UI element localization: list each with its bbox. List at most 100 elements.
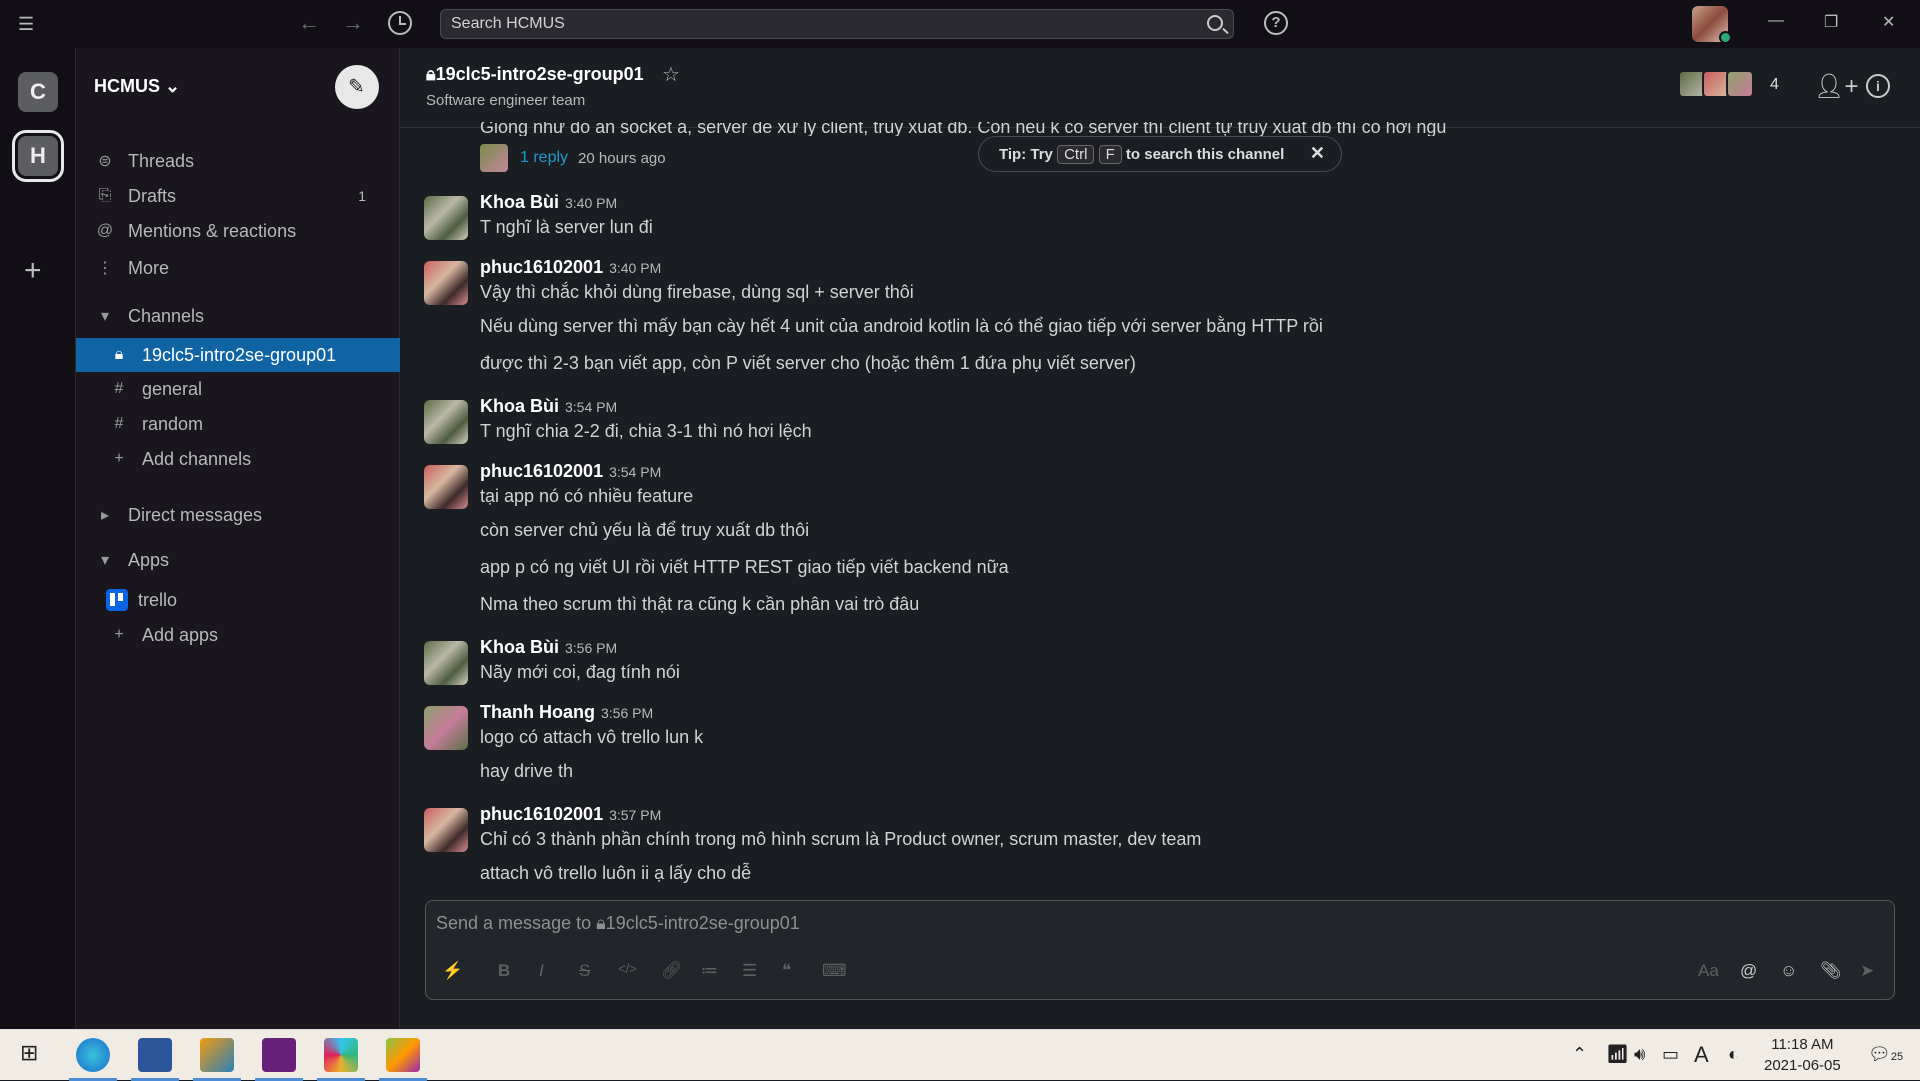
member-count[interactable]: 4 [1770, 76, 1779, 94]
message-composer[interactable]: Send a message to 🔒︎19clc5-intro2se-grou… [425, 900, 1895, 1000]
tray-chevron-icon[interactable]: ⌃ [1572, 1044, 1587, 1065]
message-time[interactable]: 3:54 PM [565, 399, 617, 415]
add-apps-button[interactable]: + Add apps [76, 620, 400, 650]
history-clock-icon[interactable] [388, 11, 412, 35]
sidebar-item-threads[interactable]: ⊜ Threads [76, 146, 400, 176]
channels-section-header[interactable]: ▾ Channels [76, 301, 400, 331]
message-author[interactable]: Thanh Hoang [480, 702, 595, 722]
direct-messages-section-header[interactable]: ▸ Direct messages [76, 500, 400, 530]
workspace-name[interactable]: HCMUS ⌄ [94, 76, 180, 97]
message-time[interactable]: 3:56 PM [601, 705, 653, 721]
restore-button[interactable]: ❐ [1824, 12, 1838, 32]
sidebar-item-drafts[interactable]: ⎘ Drafts 1 [76, 181, 400, 211]
avatar[interactable] [424, 465, 468, 509]
ime-indicator[interactable]: A [1694, 1042, 1709, 1068]
message-time[interactable]: 3:40 PM [609, 260, 661, 276]
add-channels-button[interactable]: + Add channels [76, 444, 400, 474]
avatar[interactable] [424, 706, 468, 750]
message-author[interactable]: Khoa Bùi [480, 396, 559, 416]
close-icon[interactable]: ✕ [1310, 143, 1325, 164]
avatar[interactable] [424, 196, 468, 240]
strikethrough-icon[interactable]: S [579, 961, 590, 981]
help-icon[interactable]: ? [1264, 11, 1288, 35]
shortcuts-icon[interactable]: ⚡ [442, 961, 463, 981]
search-input[interactable]: Search HCMUS [440, 9, 1234, 39]
sidebar-item-channel-general[interactable]: # general [76, 374, 400, 404]
message-author[interactable]: phuc16102001 [480, 461, 603, 481]
message-author[interactable]: phuc16102001 [480, 804, 603, 824]
star-icon[interactable]: ☆ [662, 62, 680, 87]
add-user-icon[interactable]: 👤︎+ [1814, 72, 1858, 101]
italic-icon[interactable]: I [539, 961, 544, 981]
sidebar-item-channel-19clc5[interactable]: 🔒︎ 19clc5-intro2se-group01 [76, 338, 400, 372]
channel-topic[interactable]: Software engineer team [426, 92, 585, 109]
app-icon[interactable] [200, 1038, 234, 1072]
code-block-icon[interactable]: ⌨ [822, 961, 847, 981]
sidebar-item-app-trello[interactable]: trello [76, 585, 400, 615]
reply-count-link[interactable]: 1 reply [520, 149, 568, 167]
sidebar-item-mentions[interactable]: @ Mentions & reactions [76, 216, 400, 246]
blockquote-icon[interactable]: ❝ [782, 961, 791, 981]
ordered-list-icon[interactable]: ≔ [701, 961, 718, 981]
info-icon[interactable]: i [1866, 74, 1890, 98]
message-group: phuc16102001 3:54 PM tại app nó có nhiều … [424, 461, 1904, 623]
add-workspace-icon[interactable]: + [24, 254, 42, 288]
message-text: Nãy mới coi, đag tính nói [480, 662, 680, 682]
paint-icon[interactable] [386, 1038, 420, 1072]
volume-icon[interactable]: 🔊︎ [1634, 1044, 1645, 1065]
clock-time: 11:18 AM [1771, 1036, 1834, 1053]
windows-start-icon[interactable]: ⊞ [20, 1040, 38, 1066]
message-time[interactable]: 3:40 PM [565, 195, 617, 211]
shield-icon[interactable]: ◐ [1728, 1044, 1739, 1065]
sidebar-item-label: Threads [128, 150, 195, 171]
mention-icon[interactable]: @ [1740, 961, 1757, 981]
emoji-icon[interactable]: ☺ [1780, 961, 1797, 981]
title-bar: ☰ ← → Search HCMUS ? — ❐ ✕ [0, 0, 1920, 48]
message-time[interactable]: 3:56 PM [565, 640, 617, 656]
formatting-toggle-icon[interactable]: Aa [1698, 961, 1719, 981]
send-icon[interactable]: ➤ [1860, 961, 1874, 981]
avatar[interactable] [424, 261, 468, 305]
close-window-button[interactable]: ✕ [1882, 12, 1895, 32]
message-author[interactable]: Khoa Bùi [480, 192, 559, 212]
channel-title[interactable]: 🔒︎19clc5-intro2se-group01 [426, 64, 644, 85]
message-group: phuc16102001 3:57 PM Chỉ có 3 thành phần … [424, 804, 1904, 892]
workspace-c[interactable]: C [18, 72, 58, 112]
reply-time: 20 hours ago [578, 149, 666, 167]
compose-button[interactable] [335, 65, 379, 109]
message-input[interactable]: Send a message to 🔒︎19clc5-intro2se-grou… [436, 913, 800, 934]
minimize-button[interactable]: — [1768, 12, 1784, 30]
message-author[interactable]: phuc16102001 [480, 257, 603, 277]
workspace-h[interactable]: H [12, 130, 64, 182]
thread-reply-summary[interactable]: 1 reply 20 hours ago [480, 144, 666, 172]
hamburger-menu-icon[interactable]: ☰ [18, 14, 40, 34]
sidebar-item-channel-random[interactable]: # random [76, 409, 400, 439]
edge-icon[interactable] [76, 1038, 110, 1072]
slack-icon[interactable] [324, 1038, 358, 1072]
message-time[interactable]: 3:54 PM [609, 464, 661, 480]
bullet-list-icon[interactable]: ☰ [742, 961, 757, 981]
word-icon[interactable] [138, 1038, 172, 1072]
battery-icon[interactable]: ▭ [1662, 1044, 1679, 1065]
sidebar-item-more[interactable]: ⋮ More [76, 253, 400, 283]
reply-avatar [480, 144, 508, 172]
member-avatar[interactable] [1726, 70, 1754, 98]
avatar[interactable] [424, 400, 468, 444]
back-arrow-icon[interactable]: ← [298, 10, 320, 36]
code-icon[interactable]: </> [618, 961, 637, 976]
forward-arrow-icon[interactable]: → [342, 10, 364, 36]
mentions-icon: @ [96, 222, 114, 239]
apps-section-header[interactable]: ▾ Apps [76, 545, 400, 575]
clock[interactable]: 11:18 AM 2021-06-05 [1764, 1036, 1841, 1074]
attach-icon[interactable]: 📎︎ [1820, 961, 1842, 981]
notification-center-icon[interactable]: 💬︎25 [1868, 1044, 1903, 1065]
channel-label: 19clc5-intro2se-group01 [142, 344, 337, 365]
message-time[interactable]: 3:57 PM [609, 807, 661, 823]
wifi-icon[interactable]: 📶︎ [1606, 1044, 1629, 1065]
visual-studio-icon[interactable] [262, 1038, 296, 1072]
avatar[interactable] [424, 641, 468, 685]
message-author[interactable]: Khoa Bùi [480, 637, 559, 657]
link-icon[interactable]: 🔗︎ [661, 961, 683, 981]
bold-icon[interactable]: B [498, 961, 510, 981]
avatar[interactable] [424, 808, 468, 852]
